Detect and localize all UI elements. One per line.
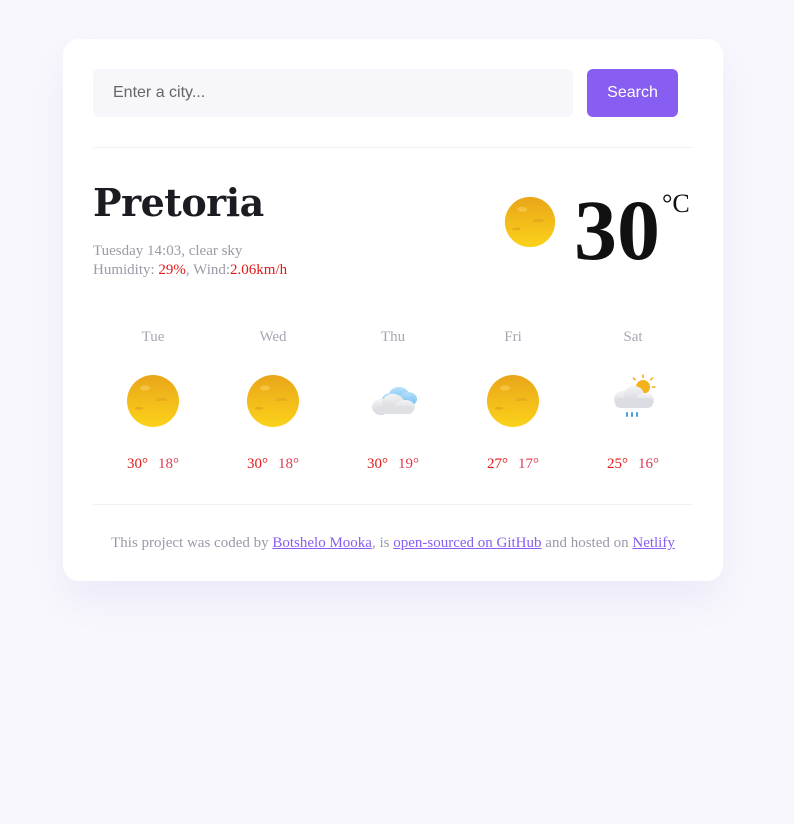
forecast-max-temp: 30°: [127, 456, 148, 472]
forecast-day: Wed 30° 18°: [213, 327, 333, 477]
rain-sun-icon: [603, 371, 663, 431]
search-button[interactable]: Search: [587, 69, 678, 117]
forecast-min-temp: 17°: [518, 456, 539, 472]
netlify-link[interactable]: Netlify: [632, 535, 675, 551]
forecast-min-temp: 19°: [398, 456, 419, 472]
forecast-day: Thu 30° 19°: [333, 327, 453, 477]
forecast: Tue 30° 18° Wed 30° 18° Thu 30° 19° Fri …: [93, 327, 693, 477]
forecast-min-temp: 18°: [278, 456, 299, 472]
forecast-temps: 25° 16°: [573, 454, 693, 474]
sun-icon: [243, 371, 303, 431]
footer-text: , is: [371, 535, 394, 551]
forecast-day: Tue 30° 18°: [93, 327, 213, 477]
forecast-max-temp: 27°: [487, 456, 508, 472]
current-temperature: 30: [574, 182, 660, 278]
date-description: Tuesday 14:03, clear sky: [93, 243, 243, 259]
footer-text: This project was coded by: [111, 535, 273, 551]
city-search-input[interactable]: [93, 69, 573, 117]
wind-label: , Wind:: [185, 262, 231, 278]
search-form: Search: [93, 69, 678, 117]
sun-icon: [483, 371, 543, 431]
footer-text: and hosted on: [541, 535, 633, 551]
forecast-max-temp: 30°: [247, 456, 268, 472]
temperature-unit: °C: [662, 189, 690, 218]
divider: [93, 504, 693, 505]
weather-details: Tuesday 14:03, clear sky Humidity: 29%, …: [93, 242, 287, 280]
forecast-day-name: Sat: [623, 329, 643, 345]
weather-card: Search Pretoria Tuesday 14:03, clear sky…: [63, 39, 723, 581]
forecast-temps: 30° 18°: [213, 454, 333, 474]
forecast-temps: 30° 19°: [333, 454, 453, 474]
humidity-value: 29%: [158, 262, 186, 278]
city-name: Pretoria: [93, 180, 264, 225]
humidity-label: Humidity:: [93, 262, 159, 278]
wind-value: 2.06km/h: [230, 262, 288, 278]
humidity-wind: Humidity: 29%, Wind:2.06km/h: [93, 261, 287, 280]
forecast-temps: 30° 18°: [93, 454, 213, 474]
divider: [93, 147, 693, 148]
forecast-temps: 27° 17°: [453, 454, 573, 474]
forecast-day-name: Fri: [504, 329, 522, 345]
forecast-max-temp: 30°: [367, 456, 388, 472]
forecast-day-name: Wed: [259, 329, 287, 345]
sun-icon: [501, 193, 559, 251]
forecast-max-temp: 25°: [607, 456, 628, 472]
forecast-day: Sat 25° 16°: [573, 327, 693, 477]
forecast-day: Fri 27° 17°: [453, 327, 573, 477]
github-link[interactable]: open-sourced on GitHub: [393, 535, 541, 551]
author-link[interactable]: Botshelo Mooka: [272, 535, 372, 551]
sun-icon: [123, 371, 183, 431]
forecast-day-name: Tue: [141, 329, 165, 345]
cloud-icon: [363, 371, 423, 431]
footer: This project was coded by Botshelo Mooka…: [63, 533, 723, 553]
forecast-day-name: Thu: [380, 329, 406, 345]
forecast-min-temp: 16°: [638, 456, 659, 472]
forecast-min-temp: 18°: [158, 456, 179, 472]
